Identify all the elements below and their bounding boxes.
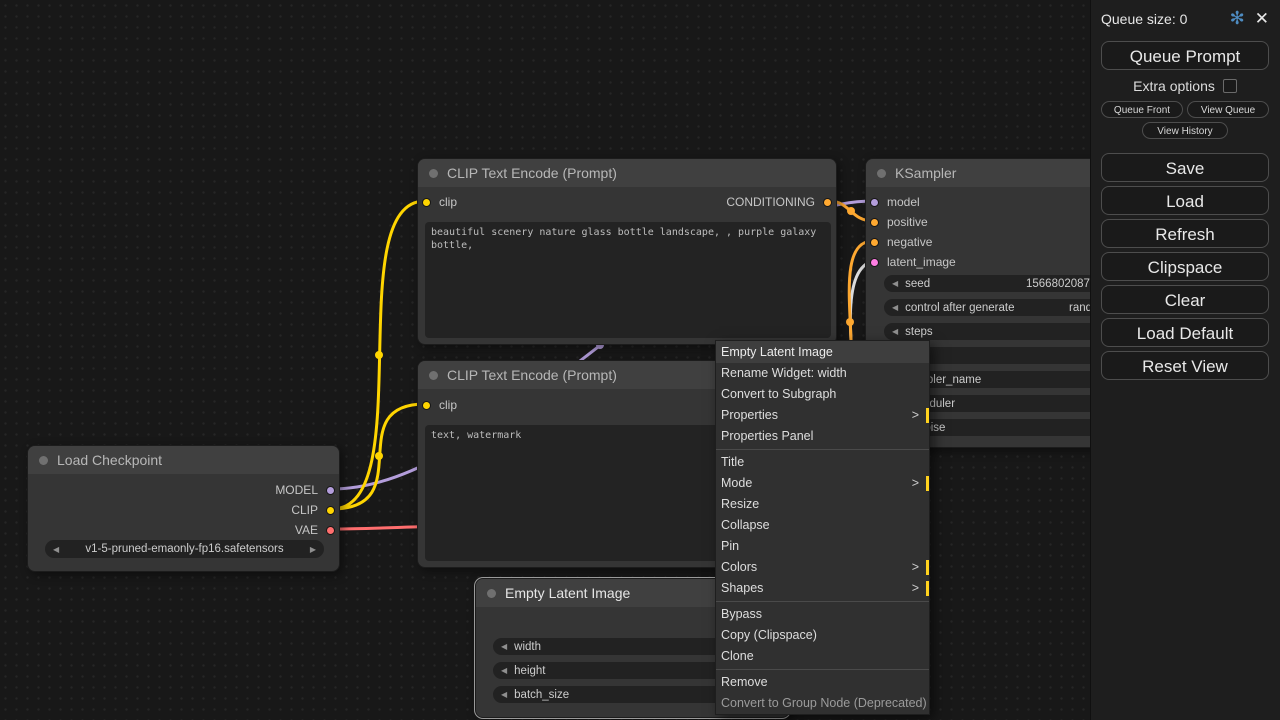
submenu-arrow-icon: >: [912, 405, 919, 426]
node-title: CLIP Text Encode (Prompt): [447, 367, 617, 383]
menu-item-properties-panel[interactable]: Properties Panel: [716, 426, 929, 447]
menu-item-convert-to-group-node[interactable]: Convert to Group Node (Deprecated): [716, 693, 929, 714]
comfy-menu-panel: Queue size: 0 ✻ ✕ Queue Prompt Extra opt…: [1090, 0, 1280, 720]
submenu-arrow-icon: >: [912, 578, 919, 599]
submenu-highlight-bar: [926, 476, 929, 491]
menu-separator: [716, 669, 929, 670]
decrement-arrow-icon[interactable]: ◀: [892, 303, 898, 312]
next-arrow-icon[interactable]: ▶: [310, 545, 316, 554]
node-load-checkpoint: Load Checkpoint MODEL CLIP VAE ◀ v1-5-pr…: [27, 445, 340, 572]
node-status-dot-icon: [429, 169, 438, 178]
queue-size-label: Queue size: 0: [1101, 11, 1187, 27]
settings-icon[interactable]: ✻: [1230, 8, 1245, 29]
input-port-clip[interactable]: clip: [422, 397, 457, 413]
node-context-menu: Empty Latent Image Rename Widget: width …: [715, 340, 930, 715]
clip-port-dot-icon: [326, 506, 335, 515]
output-port-conditioning[interactable]: CONDITIONING: [726, 194, 832, 210]
input-port-negative[interactable]: negative: [870, 234, 932, 250]
menu-separator: [716, 449, 929, 450]
node-status-dot-icon: [429, 371, 438, 380]
conditioning-port-dot-icon: [870, 238, 879, 247]
view-history-button[interactable]: View History: [1142, 122, 1228, 139]
decrement-arrow-icon[interactable]: ◀: [501, 690, 507, 699]
context-menu-header: Empty Latent Image: [716, 341, 929, 363]
menu-item-shapes[interactable]: Shapes >: [716, 578, 929, 599]
refresh-button[interactable]: Refresh: [1101, 219, 1269, 248]
decrement-arrow-icon[interactable]: ◀: [892, 327, 898, 336]
load-button[interactable]: Load: [1101, 186, 1269, 215]
extra-options-label: Extra options: [1133, 78, 1215, 94]
load-default-button[interactable]: Load Default: [1101, 318, 1269, 347]
submenu-arrow-icon: >: [912, 557, 919, 578]
save-button[interactable]: Save: [1101, 153, 1269, 182]
conditioning-port-dot-icon: [823, 198, 832, 207]
output-port-model[interactable]: MODEL: [275, 482, 335, 498]
model-port-dot-icon: [870, 198, 879, 207]
node-status-dot-icon: [487, 589, 496, 598]
input-port-clip[interactable]: clip: [422, 194, 457, 210]
node-title: Load Checkpoint: [57, 452, 162, 468]
decrement-arrow-icon[interactable]: ◀: [501, 642, 507, 651]
output-port-clip[interactable]: CLIP: [291, 502, 335, 518]
input-port-model[interactable]: model: [870, 194, 920, 210]
node-title: CLIP Text Encode (Prompt): [447, 165, 617, 181]
output-port-vae[interactable]: VAE: [295, 522, 335, 538]
menu-item-clone[interactable]: Clone: [716, 646, 929, 667]
node-title-bar[interactable]: CLIP Text Encode (Prompt): [418, 159, 836, 187]
prompt-text-area[interactable]: beautiful scenery nature glass bottle la…: [425, 222, 831, 338]
submenu-arrow-icon: >: [912, 473, 919, 494]
submenu-highlight-bar: [926, 408, 929, 423]
clipspace-button[interactable]: Clipspace: [1101, 252, 1269, 281]
menu-item-convert-to-subgraph[interactable]: Convert to Subgraph: [716, 384, 929, 405]
decrement-arrow-icon[interactable]: ◀: [501, 666, 507, 675]
node-status-dot-icon: [877, 169, 886, 178]
input-port-latent-image[interactable]: latent_image: [870, 254, 956, 270]
menu-item-colors[interactable]: Colors >: [716, 557, 929, 578]
input-port-positive[interactable]: positive: [870, 214, 928, 230]
menu-item-collapse[interactable]: Collapse: [716, 515, 929, 536]
widget-ckpt-name[interactable]: ◀ v1-5-pruned-emaonly-fp16.safetensors ▶: [45, 540, 324, 558]
queue-front-button[interactable]: Queue Front: [1101, 101, 1183, 118]
menu-item-remove[interactable]: Remove: [716, 672, 929, 693]
queue-prompt-button[interactable]: Queue Prompt: [1101, 41, 1269, 70]
menu-separator: [716, 601, 929, 602]
menu-item-mode[interactable]: Mode >: [716, 473, 929, 494]
node-title: Empty Latent Image: [505, 585, 630, 601]
clip-port-dot-icon: [422, 401, 431, 410]
view-queue-button[interactable]: View Queue: [1187, 101, 1269, 118]
node-title: KSampler: [895, 165, 956, 181]
menu-item-title[interactable]: Title: [716, 452, 929, 473]
widget-value: 1566802087: [1026, 278, 1090, 290]
vae-port-dot-icon: [326, 526, 335, 535]
node-title-bar[interactable]: Load Checkpoint: [28, 446, 339, 474]
conditioning-port-dot-icon: [870, 218, 879, 227]
model-port-dot-icon: [326, 486, 335, 495]
submenu-highlight-bar: [926, 560, 929, 575]
widget-value: v1-5-pruned-emaonly-fp16.safetensors: [59, 543, 310, 555]
menu-item-bypass[interactable]: Bypass: [716, 604, 929, 625]
close-panel-icon[interactable]: ✕: [1255, 9, 1269, 29]
menu-item-properties[interactable]: Properties >: [716, 405, 929, 426]
extra-options-checkbox[interactable]: [1223, 79, 1237, 93]
decrement-arrow-icon[interactable]: ◀: [892, 279, 898, 288]
menu-item-copy-clipspace[interactable]: Copy (Clipspace): [716, 625, 929, 646]
clip-port-dot-icon: [422, 198, 431, 207]
menu-item-resize[interactable]: Resize: [716, 494, 929, 515]
submenu-highlight-bar: [926, 581, 929, 596]
node-clip-text-encode-positive: CLIP Text Encode (Prompt) clip CONDITION…: [417, 158, 837, 345]
reset-view-button[interactable]: Reset View: [1101, 351, 1269, 380]
clear-button[interactable]: Clear: [1101, 285, 1269, 314]
node-status-dot-icon: [39, 456, 48, 465]
menu-item-pin[interactable]: Pin: [716, 536, 929, 557]
latent-port-dot-icon: [870, 258, 879, 267]
menu-item-rename-widget[interactable]: Rename Widget: width: [716, 363, 929, 384]
